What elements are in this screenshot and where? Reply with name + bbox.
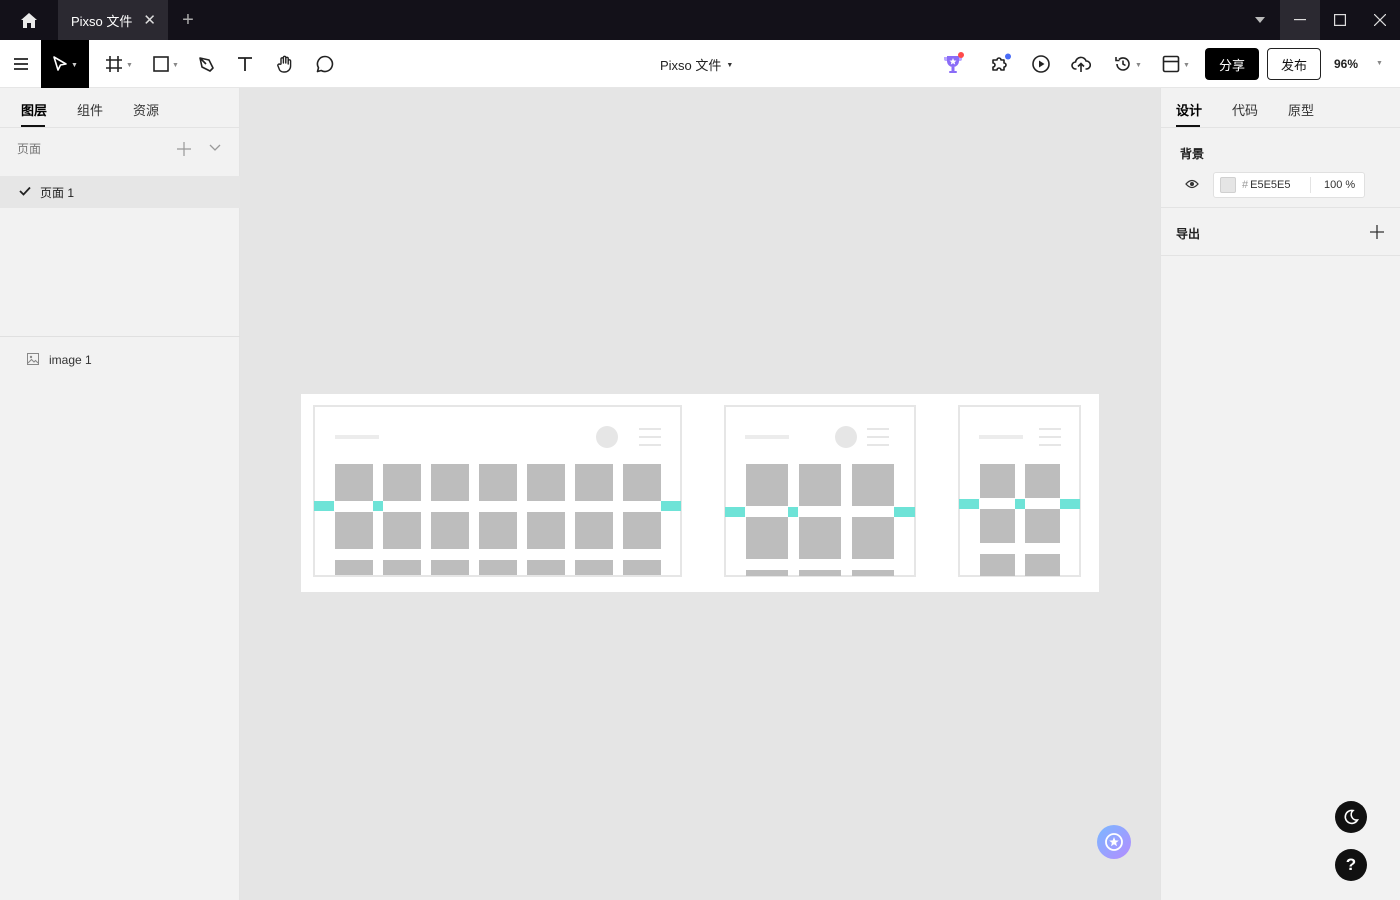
text-tool-icon xyxy=(238,57,252,71)
move-tool-icon xyxy=(53,56,67,71)
left-panel: 图层 组件 资源 页面 页面 1 image 1 xyxy=(0,88,240,900)
chevron-down-icon xyxy=(1255,17,1265,23)
layout-icon xyxy=(1162,55,1180,73)
plugins-button[interactable] xyxy=(988,40,1014,88)
frame-tool-icon xyxy=(106,56,123,72)
hand-tool-button[interactable] xyxy=(273,40,297,88)
share-button[interactable]: 分享 xyxy=(1205,48,1259,80)
collapse-pages-icon[interactable] xyxy=(209,144,221,152)
section-divider xyxy=(1161,255,1400,256)
menu-icon xyxy=(13,58,28,70)
close-icon[interactable]: ✕ xyxy=(143,11,156,29)
zoom-level[interactable]: 96% xyxy=(1334,40,1358,88)
help-icon: ? xyxy=(1345,855,1357,874)
left-tabs: 图层 组件 资源 xyxy=(0,88,239,128)
hex-value: E5E5E5 xyxy=(1250,179,1291,191)
file-tab-label: Pixso 文件 xyxy=(71,13,133,29)
new-tab-button[interactable]: + xyxy=(168,0,208,40)
color-swatch[interactable] xyxy=(1220,177,1236,193)
home-icon xyxy=(21,12,37,28)
text-tool-button[interactable] xyxy=(233,40,257,88)
document-title: Pixso 文件 xyxy=(660,57,722,73)
image-layer-icon xyxy=(27,353,39,365)
minimize-icon xyxy=(1294,19,1306,21)
layout-button[interactable]: ▼ xyxy=(1158,40,1194,88)
plugin-icon xyxy=(992,53,1011,71)
maximize-button[interactable] xyxy=(1320,0,1360,40)
dark-mode-button[interactable] xyxy=(1335,801,1367,833)
section-divider xyxy=(1161,207,1400,208)
wireframe-image xyxy=(313,405,1081,577)
eye-icon[interactable] xyxy=(1185,179,1199,189)
help-button[interactable]: ? xyxy=(1335,849,1367,881)
hex-prefix: # xyxy=(1242,179,1249,191)
toolbar: ▼ ▼ ▼ Pixso 文件 ▼ ▼ ▼ 分享 发布 96% ▼ xyxy=(0,40,1400,88)
home-button[interactable] xyxy=(0,0,58,40)
main-menu-button[interactable] xyxy=(0,40,41,88)
canvas-image[interactable] xyxy=(301,394,1099,592)
layer-item[interactable]: image 1 xyxy=(0,348,240,372)
background-section-title: 背景 xyxy=(1180,147,1205,161)
present-button[interactable] xyxy=(1028,40,1054,88)
panel-divider xyxy=(0,336,240,337)
rectangle-tool-button[interactable]: ▼ xyxy=(146,40,186,88)
hand-tool-icon xyxy=(277,55,292,73)
active-tab-indicator xyxy=(1176,125,1200,127)
tab-code[interactable]: 代码 xyxy=(1232,100,1258,119)
zoom-caret-icon[interactable]: ▼ xyxy=(1376,60,1383,67)
tab-design[interactable]: 设计 xyxy=(1176,100,1202,119)
rectangle-tool-icon xyxy=(153,56,169,72)
history-button[interactable]: ▼ xyxy=(1110,40,1146,88)
page-name: 页面 1 xyxy=(40,185,75,200)
caret-down-icon: ▼ xyxy=(726,61,734,69)
mobile-wireframe xyxy=(958,405,1081,577)
tabs-dropdown-button[interactable] xyxy=(1240,0,1280,40)
page-list-item[interactable]: 页面 1 xyxy=(0,176,240,208)
active-tab-indicator xyxy=(21,125,45,127)
hex-input[interactable]: # E5E5E5 xyxy=(1242,179,1310,191)
pages-label: 页面 xyxy=(17,142,42,156)
tablet-wireframe xyxy=(724,405,916,577)
document-title-menu[interactable]: Pixso 文件 ▼ xyxy=(660,40,733,88)
right-tabs: 设计 代码 原型 xyxy=(1161,88,1400,128)
export-section-title: 导出 xyxy=(1176,227,1201,241)
tab-layers[interactable]: 图层 xyxy=(21,100,47,119)
move-tool-button[interactable]: ▼ xyxy=(41,40,89,88)
check-icon xyxy=(19,186,31,196)
upload-icon xyxy=(1071,56,1091,72)
right-panel: 设计 代码 原型 背景 # E5E5E5 100 % 导出 ? xyxy=(1160,88,1400,900)
maximize-icon xyxy=(1334,14,1346,26)
dark-mode-icon xyxy=(1344,809,1359,825)
tab-components[interactable]: 组件 xyxy=(77,100,103,119)
publish-button[interactable]: 发布 xyxy=(1267,48,1321,80)
desktop-wireframe xyxy=(313,405,682,577)
add-export-icon[interactable] xyxy=(1370,225,1384,239)
opacity-input[interactable]: 100 % xyxy=(1310,177,1355,193)
comment-tool-icon xyxy=(316,55,334,73)
ai-assistant-button[interactable] xyxy=(1097,825,1131,859)
play-icon xyxy=(1032,55,1050,73)
pen-tool-button[interactable] xyxy=(193,40,219,88)
tab-assets[interactable]: 资源 xyxy=(133,100,159,119)
trophy-icon xyxy=(944,52,964,73)
window-close-button[interactable] xyxy=(1360,0,1400,40)
ai-assistant-icon xyxy=(1105,833,1123,851)
minimize-button[interactable] xyxy=(1280,0,1320,40)
pen-tool-icon xyxy=(198,56,214,72)
file-tab[interactable]: Pixso 文件 ✕ xyxy=(58,0,168,40)
layer-name: image 1 xyxy=(49,353,92,367)
title-bar: Pixso 文件 ✕ + xyxy=(0,0,1400,40)
window-close-icon xyxy=(1374,14,1386,26)
tab-prototype[interactable]: 原型 xyxy=(1288,100,1314,119)
upload-button[interactable] xyxy=(1068,40,1094,88)
history-icon xyxy=(1115,57,1130,71)
trophy-button[interactable] xyxy=(940,40,966,88)
comment-tool-button[interactable] xyxy=(313,40,337,88)
plus-icon: + xyxy=(182,8,194,31)
background-color-field[interactable]: # E5E5E5 100 % xyxy=(1213,172,1365,198)
frame-tool-button[interactable]: ▼ xyxy=(99,40,139,88)
add-page-icon[interactable] xyxy=(177,142,191,156)
